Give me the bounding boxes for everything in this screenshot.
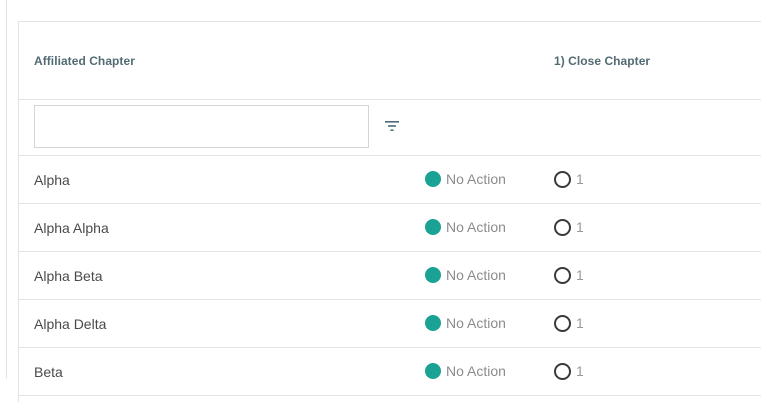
status-text: No Action xyxy=(446,267,506,283)
table-row: Alpha Delta No Action 1 xyxy=(19,300,761,348)
table-row: Alpha Beta No Action 1 xyxy=(19,252,761,300)
chapter-name: Alpha Alpha xyxy=(34,220,109,236)
vote-count: 1 xyxy=(576,171,584,187)
filter-icon[interactable] xyxy=(382,117,402,135)
vote-count: 1 xyxy=(576,267,584,283)
status-text: No Action xyxy=(446,219,506,235)
table-body: Alpha No Action 1 Alpha Alpha No Action … xyxy=(19,156,761,396)
close-chapter-radio[interactable]: 1 xyxy=(554,218,584,236)
status-text: No Action xyxy=(446,171,506,187)
chapter-name: Alpha Beta xyxy=(34,268,103,284)
table-row: Beta No Action 1 xyxy=(19,348,761,396)
close-chapter-radio[interactable]: 1 xyxy=(554,362,584,380)
radio-circle-icon[interactable] xyxy=(554,170,571,188)
status-cell: No Action xyxy=(425,362,506,380)
status-text: No Action xyxy=(446,315,506,331)
radio-circle-icon[interactable] xyxy=(554,218,571,236)
chapter-vote-table: Affiliated Chapter 1) Close Chapter Alph… xyxy=(18,21,761,402)
status-cell: No Action xyxy=(425,314,506,332)
close-chapter-radio[interactable]: 1 xyxy=(554,266,584,284)
vote-count: 1 xyxy=(576,219,584,235)
status-cell: No Action xyxy=(425,218,506,236)
table-row: Alpha Alpha No Action 1 xyxy=(19,204,761,252)
status-cell: No Action xyxy=(425,170,506,188)
status-cell: No Action xyxy=(425,266,506,284)
vote-count: 1 xyxy=(576,363,584,379)
column-header-close-chapter[interactable]: 1) Close Chapter xyxy=(554,54,650,68)
status-text: No Action xyxy=(446,363,506,379)
close-chapter-radio[interactable]: 1 xyxy=(554,314,584,332)
table-header-row: Affiliated Chapter 1) Close Chapter xyxy=(19,22,761,100)
chapter-filter-input[interactable] xyxy=(34,105,369,148)
chapter-name: Alpha xyxy=(34,172,70,188)
status-dot-icon xyxy=(425,315,441,331)
radio-circle-icon[interactable] xyxy=(554,362,571,380)
status-dot-icon xyxy=(425,267,441,283)
radio-circle-icon[interactable] xyxy=(554,266,571,284)
vote-count: 1 xyxy=(576,315,584,331)
close-chapter-radio[interactable]: 1 xyxy=(554,170,584,188)
status-dot-icon xyxy=(425,363,441,379)
table-row: Alpha No Action 1 xyxy=(19,156,761,204)
status-dot-icon xyxy=(425,171,441,187)
chapter-name: Alpha Delta xyxy=(34,316,107,332)
column-header-affiliated-chapter[interactable]: Affiliated Chapter xyxy=(34,54,135,68)
status-dot-icon xyxy=(425,219,441,235)
left-divider xyxy=(6,0,7,378)
filter-row xyxy=(19,100,761,156)
radio-circle-icon[interactable] xyxy=(554,314,571,332)
